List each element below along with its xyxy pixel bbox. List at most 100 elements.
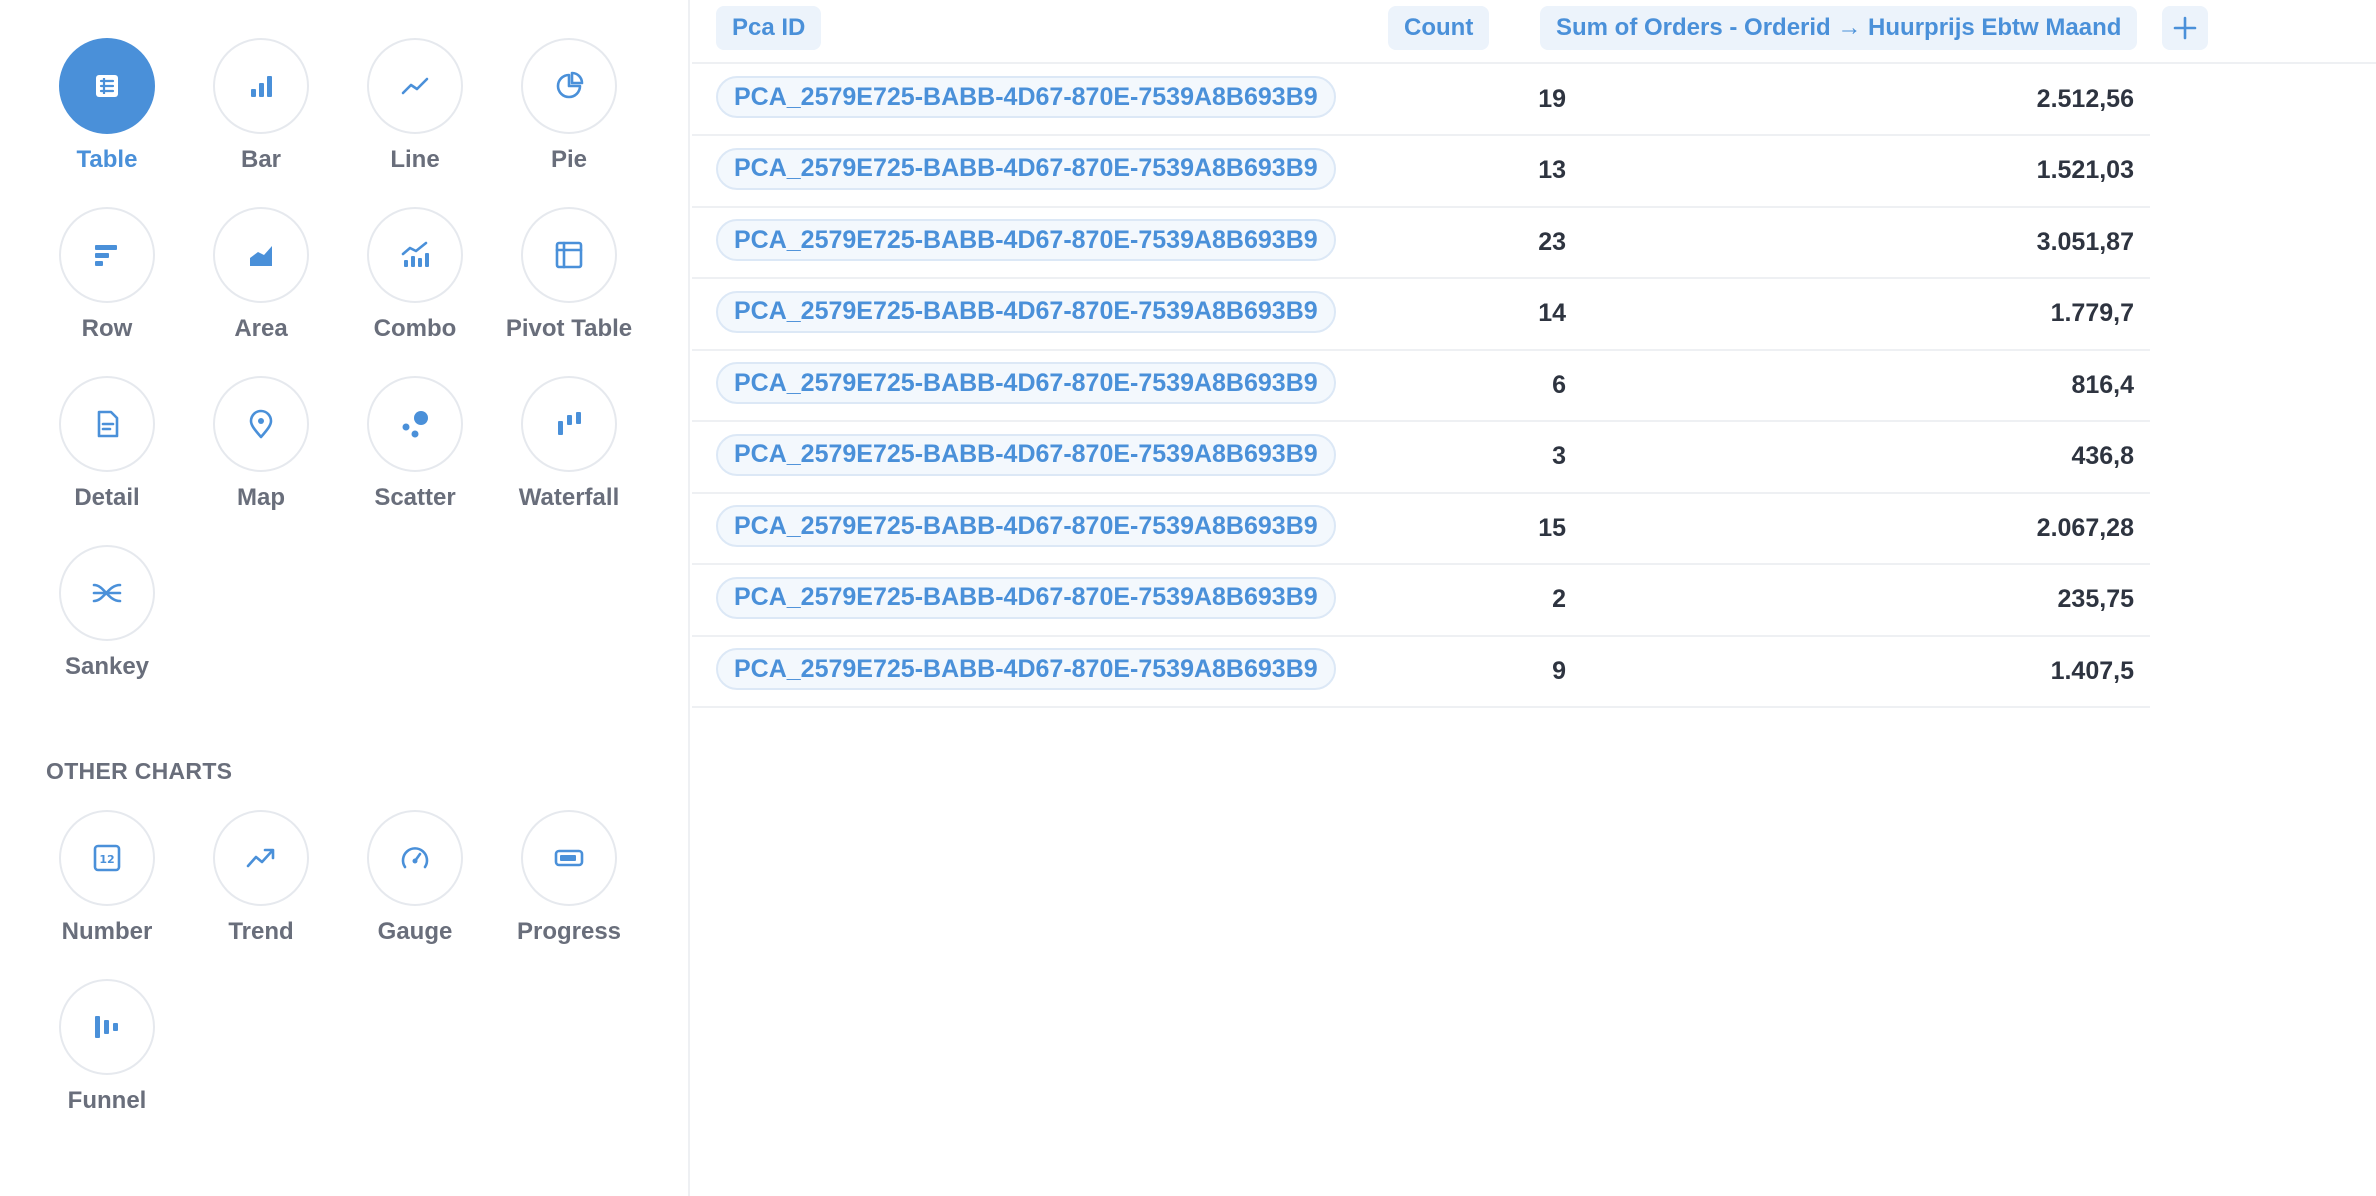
viz-option-button[interactable] bbox=[521, 207, 617, 303]
viz-option-button[interactable] bbox=[59, 207, 155, 303]
viz-option-scatter[interactable]: Scatter bbox=[338, 376, 492, 545]
cell-sum: 3.051,87 bbox=[2036, 227, 2134, 256]
table-row: PCA_2579E725-BABB-4D67-870E-7539A8B693B9… bbox=[692, 636, 2150, 708]
column-header-count[interactable]: Count bbox=[1388, 6, 1490, 50]
cell-count: 2 bbox=[1552, 585, 1566, 613]
cell-count: 15 bbox=[1538, 513, 1566, 542]
add-column-button[interactable] bbox=[2162, 6, 2208, 50]
viz-option-label: Table bbox=[76, 146, 138, 173]
viz-option-pivot-table[interactable]: Pivot Table bbox=[492, 207, 646, 376]
trend-icon bbox=[246, 848, 275, 868]
detail-icon bbox=[97, 410, 119, 438]
table-icon bbox=[96, 75, 118, 97]
viz-option-button[interactable] bbox=[521, 376, 617, 472]
cell-count: 13 bbox=[1538, 156, 1566, 184]
viz-option-label: Pie bbox=[550, 146, 588, 173]
viz-option-button[interactable] bbox=[59, 979, 155, 1075]
svg-text:12: 12 bbox=[99, 853, 114, 866]
cell-count: 14 bbox=[1538, 299, 1566, 327]
table-row: PCA_2579E725-BABB-4D67-870E-7539A8B693B9… bbox=[692, 279, 2150, 351]
viz-option-button[interactable] bbox=[367, 376, 463, 472]
viz-option-button[interactable] bbox=[521, 38, 617, 134]
viz-option-label: Row bbox=[81, 315, 133, 342]
viz-option-label: Area bbox=[234, 315, 288, 342]
table-row: PCA_2579E725-BABB-4D67-870E-7539A8B693B9… bbox=[692, 136, 2150, 208]
viz-option-detail[interactable]: Detail bbox=[30, 376, 184, 545]
viz-option-button[interactable]: 12 bbox=[59, 810, 155, 906]
cell-sum: 2.512,56 bbox=[2036, 84, 2134, 113]
viz-option-label: Gauge bbox=[377, 918, 453, 945]
viz-option-trend[interactable]: Trend bbox=[184, 810, 338, 979]
viz-option-label: Funnel bbox=[67, 1087, 147, 1114]
cell-pca-id-link[interactable]: PCA_2579E725-BABB-4D67-870E-7539A8B693B9 bbox=[716, 576, 1336, 619]
viz-option-button[interactable] bbox=[213, 376, 309, 472]
viz-option-button[interactable] bbox=[367, 38, 463, 134]
table-row: PCA_2579E725-BABB-4D67-870E-7539A8B693B9… bbox=[692, 207, 2150, 279]
waterfall-icon bbox=[558, 412, 581, 435]
viz-option-pie[interactable]: Pie bbox=[492, 38, 646, 207]
viz-option-button[interactable] bbox=[521, 810, 617, 906]
cell-sum: 2.067,28 bbox=[2036, 513, 2134, 542]
cell-sum: 1.779,7 bbox=[2050, 299, 2134, 327]
viz-option-area[interactable]: Area bbox=[184, 207, 338, 376]
viz-option-label: Sankey bbox=[64, 653, 150, 680]
cell-count: 3 bbox=[1552, 442, 1566, 470]
viz-option-button[interactable] bbox=[367, 810, 463, 906]
viz-option-map[interactable]: Map bbox=[184, 376, 338, 545]
results-table: Pca ID Count Sum of Orders - Orderid → H… bbox=[692, 0, 2376, 1196]
cell-sum: 1.521,03 bbox=[2036, 156, 2134, 184]
viz-option-row[interactable]: Row bbox=[30, 207, 184, 376]
table-row: PCA_2579E725-BABB-4D67-870E-7539A8B693B9… bbox=[692, 565, 2150, 637]
viz-option-button[interactable] bbox=[213, 810, 309, 906]
viz-option-label: Detail bbox=[74, 484, 140, 511]
viz-option-waterfall[interactable]: Waterfall bbox=[492, 376, 646, 545]
viz-option-progress[interactable]: Progress bbox=[492, 810, 646, 979]
viz-option-line[interactable]: Line bbox=[338, 38, 492, 207]
visualization-picker-sidebar: Table Bar Line Pie Row Area Combo Pivot Table De… bbox=[0, 0, 690, 1196]
viz-option-button[interactable] bbox=[367, 207, 463, 303]
table-row: PCA_2579E725-BABB-4D67-870E-7539A8B693B9… bbox=[692, 350, 2150, 422]
cell-pca-id-link[interactable]: PCA_2579E725-BABB-4D67-870E-7539A8B693B9 bbox=[716, 433, 1336, 476]
map-pin-icon bbox=[249, 409, 273, 439]
viz-option-button[interactable] bbox=[213, 207, 309, 303]
area-chart-icon bbox=[250, 246, 272, 266]
viz-option-sankey[interactable]: Sankey bbox=[30, 545, 184, 714]
viz-option-label: Map bbox=[237, 484, 285, 511]
viz-option-button[interactable] bbox=[59, 545, 155, 641]
cell-pca-id-link[interactable]: PCA_2579E725-BABB-4D67-870E-7539A8B693B9 bbox=[716, 362, 1336, 404]
viz-option-button[interactable] bbox=[59, 38, 155, 134]
cell-pca-id-link[interactable]: PCA_2579E725-BABB-4D67-870E-7539A8B693B9 bbox=[716, 505, 1336, 547]
cell-count: 6 bbox=[1552, 370, 1566, 399]
scatter-icon bbox=[402, 411, 428, 438]
viz-option-button[interactable] bbox=[59, 376, 155, 472]
other-charts-heading: OTHER CHARTS bbox=[46, 758, 233, 784]
table-row: PCA_2579E725-BABB-4D67-870E-7539A8B693B9… bbox=[692, 64, 2150, 136]
table-row: PCA_2579E725-BABB-4D67-870E-7539A8B693B9… bbox=[692, 493, 2150, 565]
cell-pca-id-link[interactable]: PCA_2579E725-BABB-4D67-870E-7539A8B693B9 bbox=[716, 648, 1336, 690]
column-header-sum[interactable]: Sum of Orders - Orderid → Huurprijs Ebtw… bbox=[1540, 6, 2138, 50]
viz-option-combo[interactable]: Combo bbox=[338, 207, 492, 376]
viz-option-funnel[interactable]: Funnel bbox=[30, 979, 184, 1148]
table-header: Pca ID Count Sum of Orders - Orderid → H… bbox=[692, 0, 2376, 64]
line-chart-icon bbox=[401, 77, 429, 95]
visualization-editor: Table Bar Line Pie Row Area Combo Pivot Table De… bbox=[0, 0, 2376, 1196]
cell-pca-id-link[interactable]: PCA_2579E725-BABB-4D67-870E-7539A8B693B9 bbox=[716, 76, 1336, 118]
other-charts-grid: 12 Number Trend Gauge Progress Funnel bbox=[30, 810, 670, 1148]
cell-count: 9 bbox=[1552, 656, 1566, 685]
funnel-icon bbox=[95, 1016, 118, 1038]
viz-option-table[interactable]: Table bbox=[30, 38, 184, 207]
column-header-pca-id[interactable]: Pca ID bbox=[716, 6, 822, 50]
table-row: PCA_2579E725-BABB-4D67-870E-7539A8B693B9… bbox=[692, 422, 2150, 494]
viz-option-bar[interactable]: Bar bbox=[184, 38, 338, 207]
viz-option-gauge[interactable]: Gauge bbox=[338, 810, 492, 979]
cell-pca-id-link[interactable]: PCA_2579E725-BABB-4D67-870E-7539A8B693B9 bbox=[716, 290, 1336, 333]
cell-pca-id-link[interactable]: PCA_2579E725-BABB-4D67-870E-7539A8B693B9 bbox=[716, 147, 1336, 190]
cell-pca-id-link[interactable]: PCA_2579E725-BABB-4D67-870E-7539A8B693B9 bbox=[716, 219, 1336, 261]
row-chart-icon bbox=[95, 245, 117, 266]
pivot-table-icon bbox=[555, 241, 583, 269]
viz-option-button[interactable] bbox=[213, 38, 309, 134]
cell-sum: 816,4 bbox=[2071, 370, 2134, 399]
viz-option-label: Scatter bbox=[374, 484, 456, 511]
viz-option-number[interactable]: 12 Number bbox=[30, 810, 184, 979]
viz-option-label: Progress bbox=[516, 918, 622, 945]
